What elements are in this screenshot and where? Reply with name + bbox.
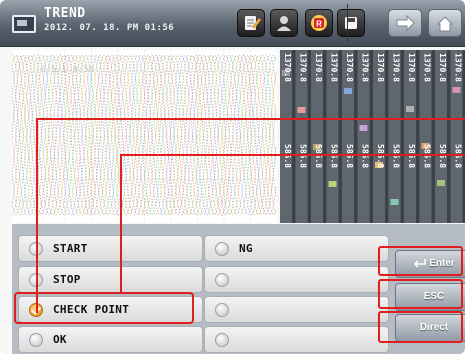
channel-top-value: 1370.8 <box>422 53 432 82</box>
event-option-start[interactable]: START <box>18 235 203 262</box>
highlight-enter <box>378 246 463 276</box>
event-option-label: OK <box>53 333 67 346</box>
event-option-stop[interactable]: STOP <box>18 266 203 293</box>
channel-bottom-value: 585.8 <box>376 144 385 169</box>
channel-bottom-value: 585.8 <box>329 144 339 169</box>
channel-bottom-value: 585.8 <box>391 144 401 169</box>
callout-line-vertical-inner <box>120 154 122 293</box>
channel-top-value: 1370.8 <box>391 53 401 82</box>
radio-icon <box>215 333 229 347</box>
callout-line-vertical-outer <box>36 118 38 313</box>
radio-icon <box>215 273 229 287</box>
channel-bottom-value: 585.8 <box>314 144 323 169</box>
channel-bottom-value: 585.8 <box>407 144 416 169</box>
event-option-ok[interactable]: OK <box>18 326 203 353</box>
channel-top-value: 1370.8 <box>360 53 370 82</box>
trend-chart: 6/5/1 8:50 1370.8 585.8 1370.8 585.8 1370.8 5… <box>12 50 465 223</box>
channel-column-edge <box>385 50 389 223</box>
channel-column-edge <box>354 50 358 223</box>
home-icon <box>436 16 454 32</box>
arrow-right-icon <box>396 14 415 32</box>
highlight-check-point <box>14 292 194 324</box>
channel-marker <box>437 180 445 186</box>
channel-column-edge <box>369 50 373 223</box>
channel-top-value: 1370.8 <box>438 53 447 82</box>
channel-column-edge <box>447 50 451 223</box>
radio-icon <box>215 303 229 317</box>
channel-marker <box>297 107 306 113</box>
channel-marker <box>452 87 461 93</box>
channel-bottom-value: 585.8 <box>360 144 370 169</box>
channel-column-edge <box>307 50 311 223</box>
save-button[interactable] <box>337 9 365 37</box>
channel-marker <box>344 88 352 94</box>
channel-top-value: 1370.8 <box>345 53 354 82</box>
channel-bottom-value: 585.8 <box>422 144 432 169</box>
event-option-empty[interactable] <box>204 266 389 293</box>
memo-button[interactable] <box>237 9 265 37</box>
save-icon <box>345 17 357 29</box>
channel-top-value: 1370.8 <box>376 53 385 82</box>
home-button[interactable] <box>428 9 462 37</box>
event-option-label: NG <box>239 242 253 255</box>
channel-top-value: 1370.8 <box>298 53 308 82</box>
record-button[interactable]: R <box>305 9 333 37</box>
channel-marker <box>359 125 368 131</box>
channel-top-value: 1370.8 <box>329 53 339 82</box>
radio-icon <box>215 242 229 256</box>
event-option-label: START <box>53 242 88 255</box>
channel-bottom-value: 585.8 <box>283 144 292 169</box>
channel-top-value: 1370.8 <box>314 53 323 82</box>
screen-title: TREND <box>44 6 86 21</box>
channel-bottom-value: 585.8 <box>453 144 463 169</box>
channel-bottom-value: 585.8 <box>298 144 308 169</box>
memo-icon <box>245 16 261 30</box>
channel-top-value: 1370.8 <box>283 53 292 82</box>
next-button[interactable] <box>388 9 422 37</box>
channel-column-edge <box>338 50 342 223</box>
channel-column-edge <box>292 50 296 223</box>
callout-line-horizontal-outer <box>36 118 465 120</box>
highlight-esc <box>378 279 463 309</box>
record-icon: R <box>311 15 327 31</box>
channel-marker <box>328 181 337 187</box>
channel-marker <box>390 199 399 205</box>
channel-bottom-value: 585.8 <box>345 144 354 169</box>
channel-top-value: 1370.8 <box>453 53 463 82</box>
event-option-label: STOP <box>53 273 81 286</box>
chart-watermark: 6/5/1 8:50 <box>40 65 94 75</box>
channel-top-value: 1370.8 <box>407 53 416 82</box>
channel-column-edge <box>431 50 435 223</box>
trend-app-icon <box>12 15 36 33</box>
channel-column-edge <box>416 50 420 223</box>
channel-bottom-value: 585.8 <box>438 144 447 169</box>
channel-marker <box>406 106 414 112</box>
callout-line-horizontal-inner <box>120 154 465 156</box>
radio-icon <box>29 333 43 347</box>
user-icon <box>277 16 291 31</box>
highlight-direct <box>378 311 463 343</box>
channel-column-edge <box>323 50 327 223</box>
header-bar: TREND 2012. 07. 18. PM 01:56 R <box>0 0 465 47</box>
event-option-empty[interactable] <box>204 296 389 323</box>
header-divider <box>347 4 348 42</box>
channel-column-edge <box>400 50 404 223</box>
svg-text:R: R <box>316 20 322 29</box>
date-time: 2012. 07. 18. PM 01:56 <box>44 23 175 33</box>
trend-screen: TREND 2012. 07. 18. PM 01:56 R 6/5/1 8:5… <box>0 0 465 354</box>
user-button[interactable] <box>270 9 298 37</box>
event-option-ng[interactable]: NG <box>204 235 389 262</box>
event-option-empty[interactable] <box>204 326 389 353</box>
